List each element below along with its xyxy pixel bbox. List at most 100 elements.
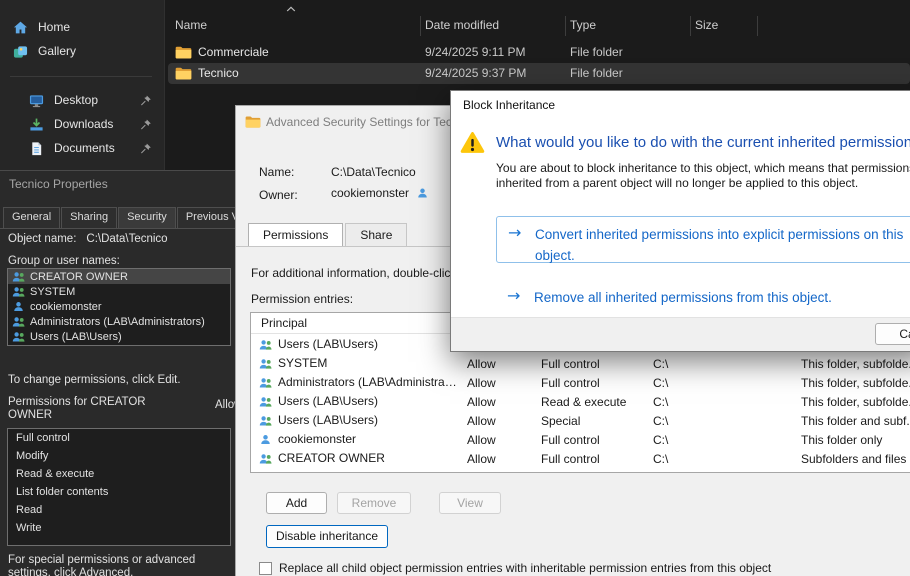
cell-access: Full control	[541, 376, 600, 390]
convert-permissions-command-link[interactable]: → Convert inherited permissions into exp…	[496, 216, 910, 263]
table-row[interactable]: CREATOR OWNER Allow Full control C:\ Sub…	[251, 449, 910, 468]
view-button[interactable]: View	[439, 492, 501, 514]
sidebar-item-gallery[interactable]: Gallery	[4, 39, 161, 63]
cell-inherited-from: C:\	[653, 452, 668, 466]
group-user-list: CREATOR OWNER SYSTEM cookiemonster Admin…	[7, 268, 231, 346]
column-header-type[interactable]: Type	[570, 18, 596, 32]
replace-permissions-checkbox[interactable]	[259, 562, 272, 575]
list-item-administrators[interactable]: Administrators (LAB\Administrators)	[8, 314, 230, 329]
gallery-icon	[13, 44, 28, 59]
file-name: Tecnico	[198, 66, 239, 80]
list-item-label: Administrators (LAB\Administrators)	[30, 316, 205, 328]
group-icon	[259, 339, 272, 350]
edit-permissions-note: To change permissions, click Edit.	[8, 374, 181, 386]
group-names-label: Group or user names:	[8, 255, 120, 267]
permission-item-full-control[interactable]: Full control	[8, 429, 230, 447]
cell-access: Read & execute	[541, 395, 626, 409]
cell-applies-to: This folder, subfolde...	[801, 376, 910, 390]
permission-item-modify[interactable]: Modify	[8, 447, 230, 465]
user-icon	[259, 434, 272, 445]
name-label: Name:	[259, 165, 294, 179]
group-icon	[259, 377, 272, 388]
add-button[interactable]: Add	[266, 492, 327, 514]
column-divider[interactable]	[565, 16, 566, 36]
replace-permissions-row: Replace all child object permission entr…	[259, 561, 771, 575]
file-row-tecnico[interactable]: Tecnico 9/24/2025 9:37 PM File folder	[168, 63, 910, 84]
permission-item-write[interactable]: Write	[8, 519, 230, 537]
table-row[interactable]: Administrators (LAB\Administrators) Allo…	[251, 373, 910, 392]
sort-ascending-icon	[286, 6, 296, 12]
allow-column-header: Allow	[215, 399, 235, 411]
cell-type: Allow	[467, 452, 496, 466]
permission-item-read-execute[interactable]: Read & execute	[8, 465, 230, 483]
command-link-label: Remove all inherited permissions from th…	[534, 287, 910, 308]
permission-item-read[interactable]: Read	[8, 501, 230, 519]
cell-principal: Administrators (LAB\Administrators)	[278, 375, 457, 389]
tab-strip-line	[0, 228, 235, 229]
list-item-cookiemonster[interactable]: cookiemonster	[8, 299, 230, 314]
dialog-heading: What would you like to do with the curre…	[496, 134, 910, 151]
sidebar-divider	[10, 76, 152, 77]
column-divider[interactable]	[757, 16, 758, 36]
sidebar-item-documents[interactable]: Documents	[4, 136, 161, 160]
disable-inheritance-button[interactable]: Disable inheritance	[266, 525, 388, 548]
remove-permissions-command-link[interactable]: → Remove all inherited permissions from …	[496, 287, 910, 311]
permission-entries-label: Permission entries:	[251, 292, 353, 306]
group-icon	[12, 271, 25, 282]
tab-share[interactable]: Share	[345, 223, 407, 247]
table-row[interactable]: Users (LAB\Users) Allow Special C:\ This…	[251, 411, 910, 430]
list-item-users[interactable]: Users (LAB\Users)	[8, 329, 230, 344]
owner-value-row: cookiemonster	[331, 186, 429, 200]
file-row-commerciale[interactable]: Commerciale 9/24/2025 9:11 PM File folde…	[168, 42, 910, 63]
remove-button[interactable]: Remove	[337, 492, 411, 514]
tab-previous-versions[interactable]: Previous Versions	[177, 207, 235, 228]
cell-type: Allow	[467, 414, 496, 428]
cell-inherited-from: C:\	[653, 433, 668, 447]
sidebar-item-label: Gallery	[38, 44, 76, 58]
downloads-icon	[29, 117, 44, 132]
folder-icon	[175, 66, 192, 80]
pin-icon	[140, 142, 152, 154]
object-name-row: Object name:C:\Data\Tecnico	[8, 233, 168, 245]
cell-principal: Users (LAB\Users)	[278, 413, 378, 427]
sidebar-item-home[interactable]: Home	[4, 15, 161, 39]
table-row[interactable]: SYSTEM Allow Full control C:\ This folde…	[251, 354, 910, 373]
permission-item-list-folder-contents[interactable]: List folder contents	[8, 483, 230, 501]
properties-tabs: General Sharing Security Previous Versio…	[3, 207, 235, 228]
column-header-principal[interactable]: Principal	[261, 316, 307, 330]
group-icon	[12, 331, 25, 342]
column-header-name[interactable]: Name	[175, 18, 207, 32]
table-row[interactable]: cookiemonster Allow Full control C:\ Thi…	[251, 430, 910, 449]
cancel-button[interactable]: Cancel	[875, 323, 910, 345]
group-icon	[12, 316, 25, 327]
list-item-creator-owner[interactable]: CREATOR OWNER	[8, 269, 230, 284]
sidebar-item-downloads[interactable]: Downloads	[4, 112, 161, 136]
column-divider[interactable]	[690, 16, 691, 36]
cell-type: Allow	[467, 395, 496, 409]
user-icon	[12, 301, 25, 312]
tab-permissions[interactable]: Permissions	[248, 223, 343, 247]
tab-security[interactable]: Security	[118, 207, 176, 228]
column-header-size[interactable]: Size	[695, 18, 718, 32]
column-header-date-modified[interactable]: Date modified	[425, 18, 499, 32]
advanced-settings-note: For special permissions or advanced sett…	[8, 554, 226, 576]
cell-inherited-from: C:\	[653, 414, 668, 428]
table-row[interactable]: Users (LAB\Users) Allow Read & execute C…	[251, 392, 910, 411]
sidebar-item-desktop[interactable]: Desktop	[4, 88, 161, 112]
cell-principal: Users (LAB\Users)	[278, 394, 378, 408]
cell-applies-to: Subfolders and files o...	[801, 452, 910, 466]
tab-general[interactable]: General	[3, 207, 60, 228]
object-name-value: C:\Data\Tecnico	[86, 233, 167, 245]
column-divider[interactable]	[420, 16, 421, 36]
list-item-system[interactable]: SYSTEM	[8, 284, 230, 299]
file-type: File folder	[570, 66, 623, 80]
dialog-title: Tecnico Properties	[9, 177, 108, 191]
group-icon	[259, 396, 272, 407]
cell-applies-to: This folder only	[801, 433, 882, 447]
name-value: C:\Data\Tecnico	[331, 165, 416, 179]
file-date-modified: 9/24/2025 9:11 PM	[425, 45, 526, 59]
list-item-label: Users (LAB\Users)	[30, 331, 122, 343]
pin-icon	[140, 94, 152, 106]
tab-sharing[interactable]: Sharing	[61, 207, 117, 228]
warning-icon	[459, 129, 486, 154]
